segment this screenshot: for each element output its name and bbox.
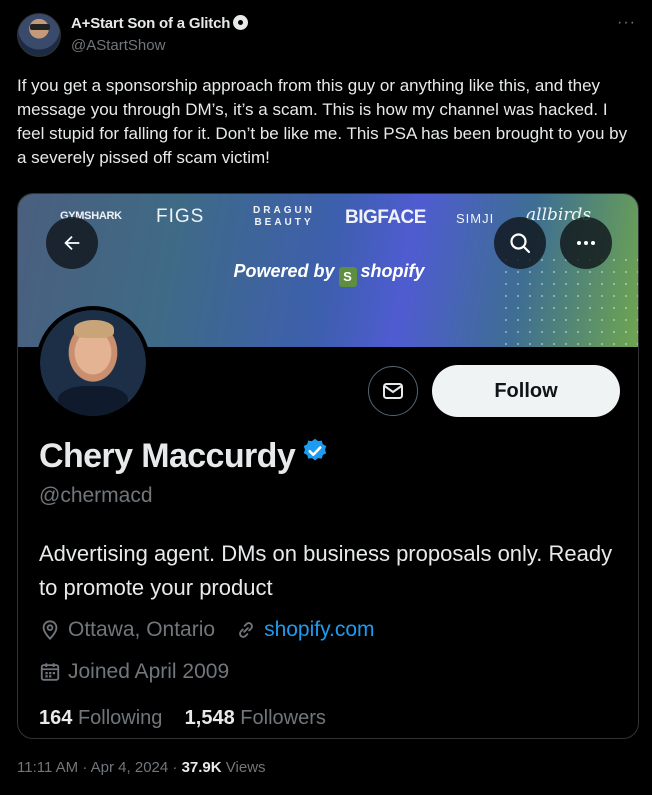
followers-count: 1,548: [184, 707, 235, 729]
brand-figs: FIGS: [156, 206, 205, 227]
tweet: A+Start Son of a Glitch @AStartShow ··· …: [0, 0, 652, 795]
avatar-hair: [74, 320, 114, 338]
views-label: Views: [225, 759, 266, 776]
search-icon: [510, 233, 531, 254]
shopify-text: shopify: [360, 261, 425, 281]
profile-website-link[interactable]: shopify.com: [264, 618, 375, 642]
calendar-icon: [40, 663, 60, 681]
display-name-text: Chery Maccurdy: [39, 437, 296, 475]
author-name-text[interactable]: A+Start Son of a Glitch: [71, 15, 230, 32]
tweet-text: If you get a sponsorship approach from t…: [17, 76, 628, 167]
profile-display-name: Chery Maccurdy: [39, 437, 329, 476]
arrow-left-icon: [64, 235, 80, 251]
views-count: 37.9K: [181, 759, 222, 776]
powered-by-text: Powered by: [233, 261, 335, 281]
envelope-icon: [383, 383, 403, 399]
profile-meta-row: Ottawa, Ontario shopify.com: [39, 618, 375, 642]
author-name[interactable]: A+Start Son of a Glitch: [71, 15, 249, 32]
message-button[interactable]: [368, 366, 418, 416]
profile-username: @chermacd: [39, 484, 153, 507]
shopify-bag-icon: S: [338, 267, 357, 287]
attached-image-profile-card[interactable]: GYMSHARK FIGS DRAGUN BEAUTY BIGFACE SIMJ…: [17, 193, 639, 739]
author-handle[interactable]: @AStartShow: [71, 37, 165, 54]
following-link[interactable]: 164 Following: [39, 707, 162, 729]
brand-dragun-beauty: DRAGUN BEAUTY: [253, 205, 315, 228]
follow-button[interactable]: Follow: [432, 365, 620, 417]
brand-simji: SIMJI: [456, 211, 495, 226]
location-pin-icon: [42, 620, 58, 641]
profile-stats: 164 Following 1,548 Followers: [39, 707, 326, 730]
powered-by-shopify: Powered by Sshopify: [18, 261, 638, 287]
search-button[interactable]: [494, 217, 546, 269]
more-dots-icon: [577, 241, 595, 245]
link-icon: [239, 622, 253, 638]
separator: ·: [82, 759, 88, 776]
following-count: 164: [39, 707, 73, 729]
separator: ·: [172, 759, 178, 776]
more-options-icon[interactable]: ···: [617, 14, 636, 32]
brand-bigface: BIGFACE: [345, 207, 426, 228]
more-menu-button[interactable]: [560, 217, 612, 269]
author-avatar[interactable]: [17, 13, 61, 57]
back-button[interactable]: [46, 217, 98, 269]
profile-joined-date: Joined April 2009: [68, 660, 230, 683]
profile-location: Ottawa, Ontario: [68, 618, 216, 641]
following-label: Following: [77, 707, 163, 729]
profile-joined-row: Joined April 2009: [39, 660, 229, 684]
verified-badge-icon[interactable]: [301, 437, 329, 465]
avatar-shirt: [58, 386, 128, 416]
profile-avatar[interactable]: [36, 306, 150, 420]
tweet-footer: 11:11 AM · Apr 4, 2024 · 37.9K Views: [17, 759, 266, 776]
tweet-time[interactable]: 11:11 AM: [17, 759, 78, 776]
followers-label: Followers: [240, 707, 326, 729]
affiliate-badge-icon: [233, 15, 249, 30]
followers-link[interactable]: 1,548 Followers: [185, 707, 326, 729]
tweet-date[interactable]: Apr 4, 2024: [91, 759, 169, 776]
profile-bio: Advertising agent. DMs on business propo…: [39, 541, 613, 600]
